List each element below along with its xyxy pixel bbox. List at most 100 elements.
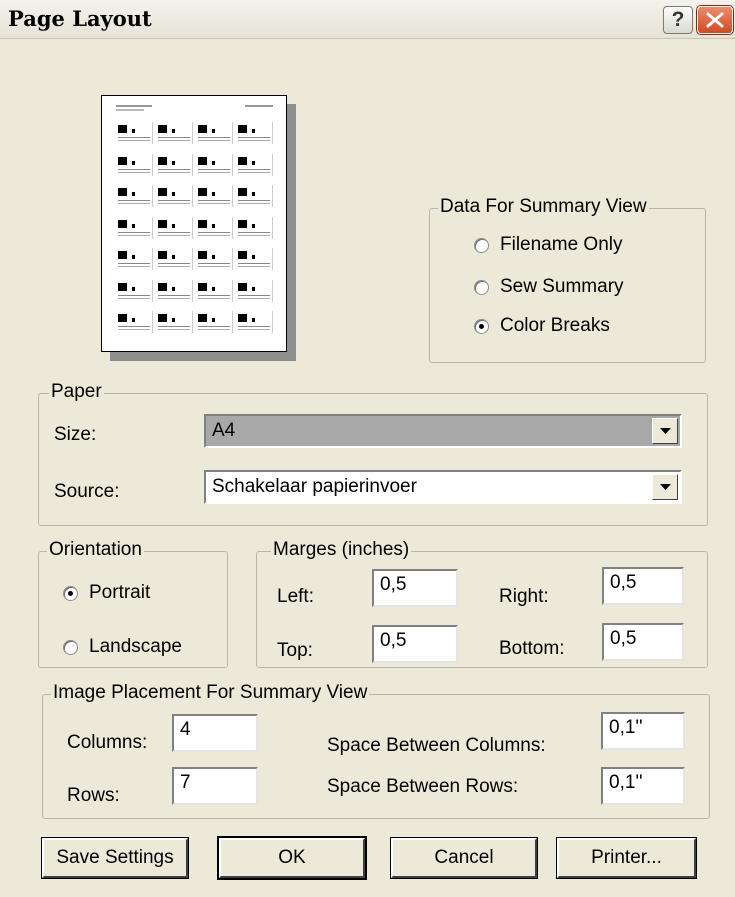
preview-thumbnail	[236, 122, 273, 153]
row-space-label: Space Between Rows:	[327, 776, 519, 797]
preview-header-line	[116, 105, 152, 107]
save-settings-button[interactable]: Save Settings	[41, 837, 189, 879]
radio-label: Filename Only	[500, 234, 623, 255]
preview-thumbnail	[156, 311, 193, 342]
preview-thumbnail	[156, 248, 193, 279]
paper-source-select[interactable]: Schakelaar papierinvoer	[204, 470, 682, 504]
preview-thumbnail	[196, 216, 233, 248]
col-space-label: Space Between Columns:	[327, 735, 546, 756]
paper-size-value: A4	[212, 420, 236, 441]
preview-thumbnail	[236, 185, 273, 216]
preview-page-number-line	[245, 105, 273, 107]
preview-thumbnail	[116, 153, 153, 185]
paper-legend: Paper	[49, 381, 104, 403]
margins-legend: Marges (inches)	[271, 539, 412, 561]
row-space-input[interactable]: 0,1''	[601, 767, 685, 805]
preview-thumbnail	[196, 185, 233, 216]
preview-thumbnail	[116, 248, 153, 279]
rows-input[interactable]: 7	[172, 767, 258, 805]
radio-portrait[interactable]: Portrait	[63, 582, 150, 604]
preview-thumbnail	[156, 153, 193, 185]
preview-thumbnail	[116, 311, 153, 342]
margin-right-value: 0,5	[610, 572, 637, 593]
help-button[interactable]: ?	[663, 6, 693, 34]
preview-thumbnail	[236, 216, 273, 248]
margin-top-value: 0,5	[380, 630, 407, 651]
placement-group: Image Placement For Summary View Columns…	[42, 682, 710, 819]
margin-top-input[interactable]: 0,5	[372, 625, 458, 663]
paper-source-label: Source:	[54, 481, 120, 502]
columns-label: Columns:	[67, 732, 148, 753]
radio-landscape[interactable]: Landscape	[63, 636, 182, 658]
summary-view-legend: Data For Summary View	[438, 196, 649, 218]
preview-thumbnail	[116, 279, 153, 311]
preview-thumbnail	[236, 279, 273, 311]
title-bar: Page Layout ?	[0, 0, 735, 39]
preview-thumbnail	[116, 122, 153, 153]
page-preview	[101, 95, 287, 352]
preview-thumbnail	[196, 279, 233, 311]
cancel-button[interactable]: Cancel	[390, 837, 538, 879]
preview-thumbnail	[236, 153, 273, 185]
help-icon: ?	[671, 8, 685, 31]
radio-button[interactable]	[63, 639, 78, 655]
preview-header-line	[116, 109, 144, 111]
radio-selected-dot	[68, 590, 73, 596]
margin-top-label: Top:	[277, 640, 313, 661]
printer-button[interactable]: Printer...	[556, 837, 697, 879]
preview-thumbnail	[116, 216, 153, 248]
radio-color-breaks[interactable]: Color Breaks	[474, 315, 610, 337]
preview-thumbnail	[236, 311, 273, 342]
columns-value: 4	[180, 719, 191, 740]
radio-button[interactable]	[63, 585, 78, 601]
dropdown-arrow-button[interactable]	[652, 418, 678, 444]
ok-button[interactable]: OK	[217, 836, 367, 880]
paper-group: Paper Size: A4 Source: Schakelaar papier…	[38, 381, 708, 526]
placement-legend: Image Placement For Summary View	[51, 682, 370, 704]
preview-thumbnail	[196, 248, 233, 279]
orientation-group: Orientation Portrait Landscape	[38, 539, 228, 668]
margin-bottom-label: Bottom:	[499, 638, 565, 659]
margin-left-value: 0,5	[380, 574, 407, 595]
preview-thumbnail	[156, 279, 193, 311]
preview-thumbnail	[196, 311, 233, 342]
radio-label: Landscape	[89, 636, 182, 657]
margin-left-label: Left:	[277, 586, 314, 607]
margins-group: Marges (inches) Left: 0,5 Right: 0,5 Top…	[256, 539, 708, 668]
col-space-input[interactable]: 0,1''	[601, 712, 685, 750]
paper-source-value: Schakelaar papierinvoer	[212, 476, 417, 497]
radio-filename-only[interactable]: Filename Only	[474, 234, 623, 256]
radio-button[interactable]	[474, 318, 489, 334]
radio-selected-dot	[479, 323, 484, 329]
margin-bottom-value: 0,5	[610, 628, 637, 649]
close-button[interactable]	[697, 6, 733, 34]
radio-button[interactable]	[474, 279, 489, 295]
orientation-legend: Orientation	[47, 539, 144, 561]
summary-view-group: Data For Summary View Filename Only Sew …	[429, 196, 706, 363]
rows-label: Rows:	[67, 785, 120, 806]
window-title: Page Layout	[8, 6, 152, 31]
close-icon	[706, 12, 724, 28]
row-space-value: 0,1''	[609, 772, 643, 793]
rows-value: 7	[180, 772, 191, 793]
dropdown-arrow-button[interactable]	[652, 474, 678, 500]
radio-label: Color Breaks	[500, 315, 610, 336]
margin-right-input[interactable]: 0,5	[602, 567, 684, 605]
preview-thumbnail	[116, 185, 153, 216]
preview-thumbnail	[156, 185, 193, 216]
chevron-down-icon	[660, 428, 671, 434]
col-space-value: 0,1''	[609, 717, 643, 738]
preview-thumbnail	[236, 248, 273, 279]
paper-size-label: Size:	[54, 424, 97, 445]
paper-size-select[interactable]: A4	[204, 414, 682, 448]
radio-sew-summary[interactable]: Sew Summary	[474, 276, 624, 298]
margin-left-input[interactable]: 0,5	[372, 569, 458, 607]
preview-thumbnail	[156, 216, 193, 248]
margin-right-label: Right:	[499, 586, 549, 607]
radio-button[interactable]	[474, 237, 489, 253]
radio-label: Sew Summary	[500, 276, 624, 297]
preview-thumbnail	[156, 122, 193, 153]
preview-thumbnail	[196, 122, 233, 153]
margin-bottom-input[interactable]: 0,5	[602, 623, 684, 661]
columns-input[interactable]: 4	[172, 714, 258, 752]
